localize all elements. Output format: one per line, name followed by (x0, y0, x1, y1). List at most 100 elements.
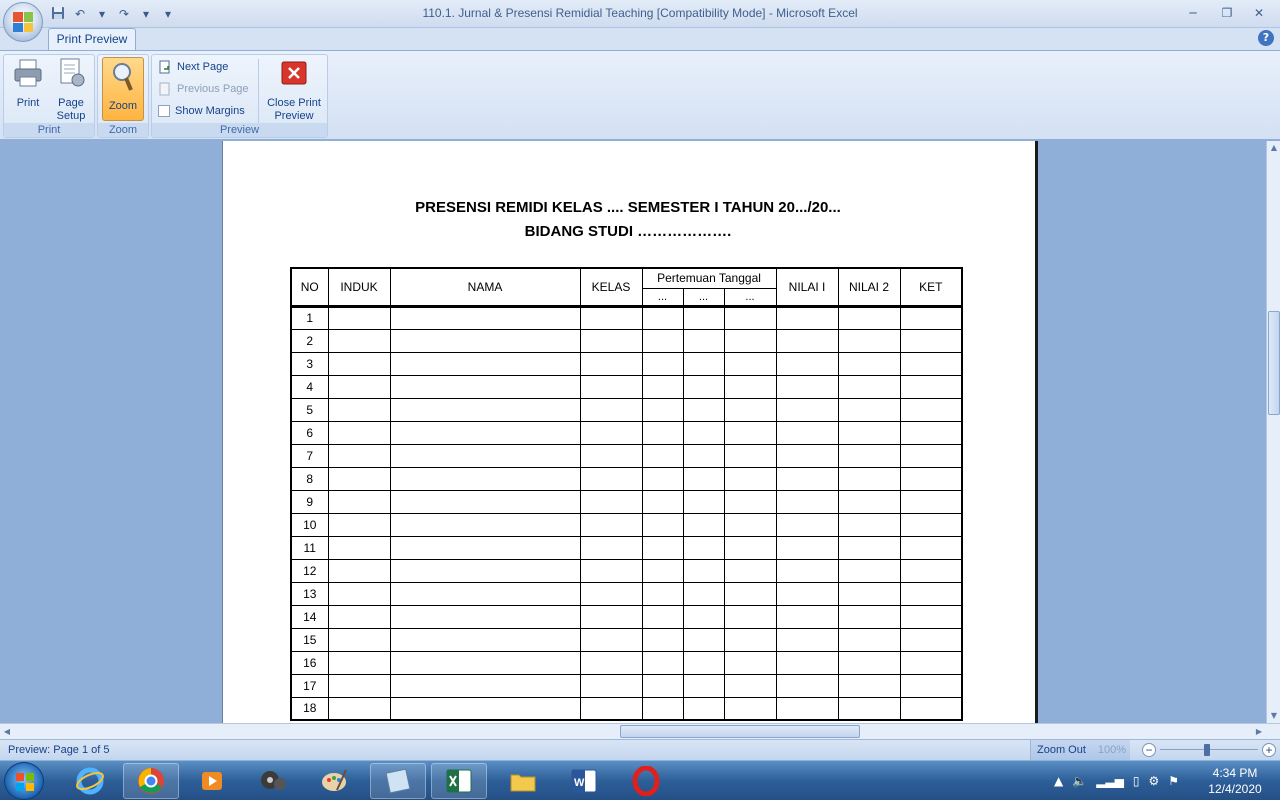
table-row: 18 (290, 696, 963, 721)
table-cell (579, 581, 643, 606)
table-cell (899, 558, 963, 583)
row-number: 18 (290, 696, 329, 721)
table-cell (837, 397, 901, 422)
table-cell (579, 374, 643, 399)
zoom-minus-icon[interactable]: − (1142, 743, 1156, 757)
table-cell (723, 328, 777, 353)
zoom-button[interactable]: Zoom (102, 57, 144, 121)
notes-app-icon[interactable] (370, 763, 426, 799)
table-cell (775, 673, 839, 698)
checkbox-icon (158, 105, 170, 117)
minimize-button[interactable]: ─ (1178, 3, 1208, 23)
table-cell (899, 581, 963, 606)
svg-text:W: W (574, 777, 585, 789)
movie-maker-icon[interactable] (245, 763, 301, 799)
scroll-right-icon[interactable]: ▶ (1252, 724, 1266, 740)
horizontal-scrollbar[interactable]: ◀ ▶ (0, 723, 1280, 739)
table-cell (837, 604, 901, 629)
chrome-icon[interactable] (123, 763, 179, 799)
start-button[interactable] (4, 762, 44, 800)
table-cell (641, 351, 684, 376)
battery-icon[interactable]: ▯ (1133, 774, 1140, 788)
media-player-icon[interactable] (184, 763, 240, 799)
table-cell (682, 535, 725, 560)
table-cell (327, 696, 391, 721)
table-cell (641, 397, 684, 422)
scroll-left-icon[interactable]: ◀ (0, 724, 14, 740)
network-signal-icon[interactable]: ▂▃▅ (1096, 774, 1124, 788)
table-cell (579, 696, 643, 721)
show-hidden-icons-icon[interactable]: ▲ (1054, 774, 1063, 788)
table-cell (682, 443, 725, 468)
col-nilai1: NILAI I (775, 267, 839, 307)
excel-taskbar-icon[interactable] (431, 763, 487, 799)
table-cell (389, 650, 581, 675)
table-cell (641, 650, 684, 675)
table-row: 8 (290, 466, 963, 491)
volume-icon[interactable]: 🔈 (1072, 774, 1087, 788)
table-cell (723, 535, 777, 560)
opera-icon[interactable] (618, 763, 674, 799)
security-icon[interactable]: ⚙ (1148, 774, 1159, 788)
table-cell (389, 443, 581, 468)
close-window-button[interactable]: ✕ (1244, 3, 1274, 23)
table-cell (682, 581, 725, 606)
table-cell (837, 466, 901, 491)
table-cell (579, 328, 643, 353)
table-cell (682, 374, 725, 399)
row-number: 7 (290, 443, 329, 468)
show-margins-checkbox[interactable]: Show Margins (158, 102, 245, 120)
table-cell (899, 673, 963, 698)
restore-button[interactable]: ❐ (1212, 3, 1242, 23)
file-explorer-icon[interactable] (495, 763, 551, 799)
previous-page-button[interactable]: Previous Page (158, 80, 249, 98)
col-pertemuan-date: ... (723, 287, 777, 307)
col-pertemuan: Pertemuan Tanggal (641, 267, 777, 289)
help-icon[interactable]: ? (1258, 30, 1274, 46)
vertical-scroll-thumb[interactable] (1268, 311, 1280, 415)
action-center-flag-icon[interactable]: ⚑ (1168, 774, 1179, 788)
taskbar-clock[interactable]: 4:34 PM 12/4/2020 (1200, 765, 1270, 797)
table-cell (775, 535, 839, 560)
horizontal-scroll-thumb[interactable] (620, 725, 860, 738)
zoom-knob[interactable] (1204, 744, 1210, 756)
scroll-down-icon[interactable]: ▼ (1267, 709, 1280, 723)
table-cell (641, 304, 684, 330)
office-button[interactable] (3, 2, 43, 42)
table-cell (641, 512, 684, 537)
internet-explorer-icon[interactable] (62, 763, 118, 799)
table-cell (682, 673, 725, 698)
table-cell (579, 558, 643, 583)
tab-print-preview[interactable]: Print Preview (48, 28, 136, 51)
paint-icon[interactable] (306, 763, 362, 799)
zoom-out-status[interactable]: Zoom Out 100% (1030, 740, 1130, 760)
row-number: 17 (290, 673, 329, 698)
close-print-preview-button[interactable]: Close Print Preview (264, 57, 324, 123)
vertical-scrollbar[interactable]: ▲ ▼ (1266, 141, 1280, 723)
table-cell (327, 328, 391, 353)
zoom-slider[interactable]: − + (1142, 743, 1276, 757)
table-cell (682, 489, 725, 514)
table-cell (899, 374, 963, 399)
scroll-up-icon[interactable]: ▲ (1267, 141, 1280, 155)
table-cell (899, 397, 963, 422)
table-cell (775, 558, 839, 583)
ribbon-group-preview: Next Page Previous Page Show Margins Clo… (151, 54, 328, 138)
next-page-icon (159, 60, 170, 74)
zoom-plus-icon[interactable]: + (1262, 743, 1276, 757)
table-cell (723, 673, 777, 698)
document-subtitle: BIDANG STUDI ………………. (524, 223, 732, 240)
print-button[interactable]: Print (8, 57, 48, 110)
document-title: PRESENSI REMIDI KELAS .... SEMESTER I TA… (415, 199, 841, 216)
word-icon[interactable]: W (556, 763, 612, 799)
page-setup-button[interactable]: Page Setup (50, 57, 92, 123)
table-cell (723, 558, 777, 583)
table-cell (389, 627, 581, 652)
col-pertemuan-date: ... (682, 287, 725, 307)
table-cell (775, 696, 839, 721)
table-cell (327, 466, 391, 491)
col-kelas: KELAS (579, 267, 643, 307)
table-cell (723, 489, 777, 514)
next-page-button[interactable]: Next Page (158, 58, 228, 76)
table-cell (837, 558, 901, 583)
